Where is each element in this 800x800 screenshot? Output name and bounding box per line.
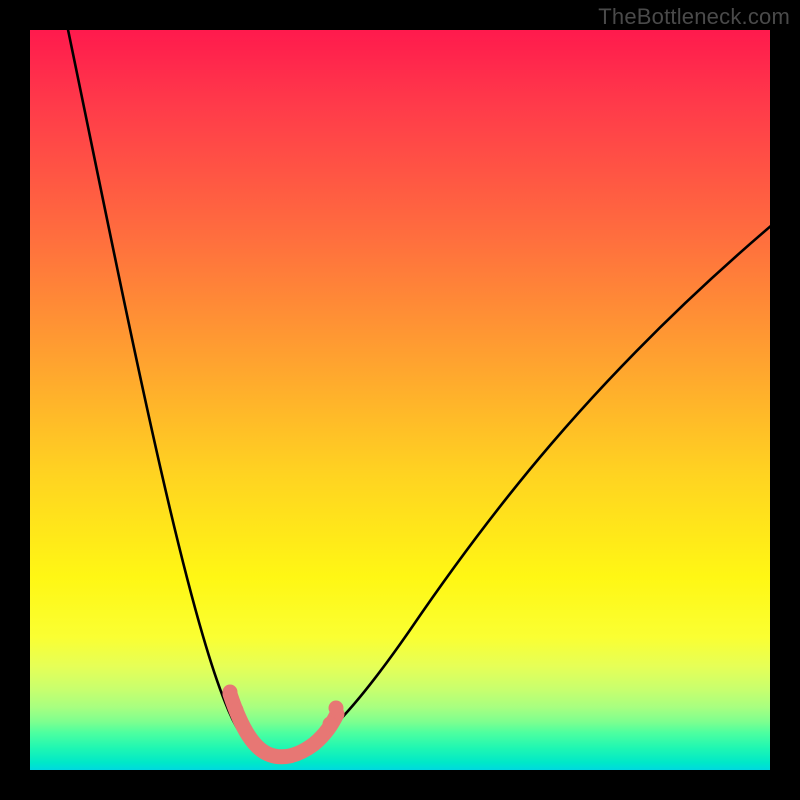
plot-area bbox=[30, 30, 770, 770]
chart-container: TheBottleneck.com bbox=[0, 0, 800, 800]
watermark-text: TheBottleneck.com bbox=[598, 4, 790, 30]
valley-marker bbox=[30, 30, 770, 770]
